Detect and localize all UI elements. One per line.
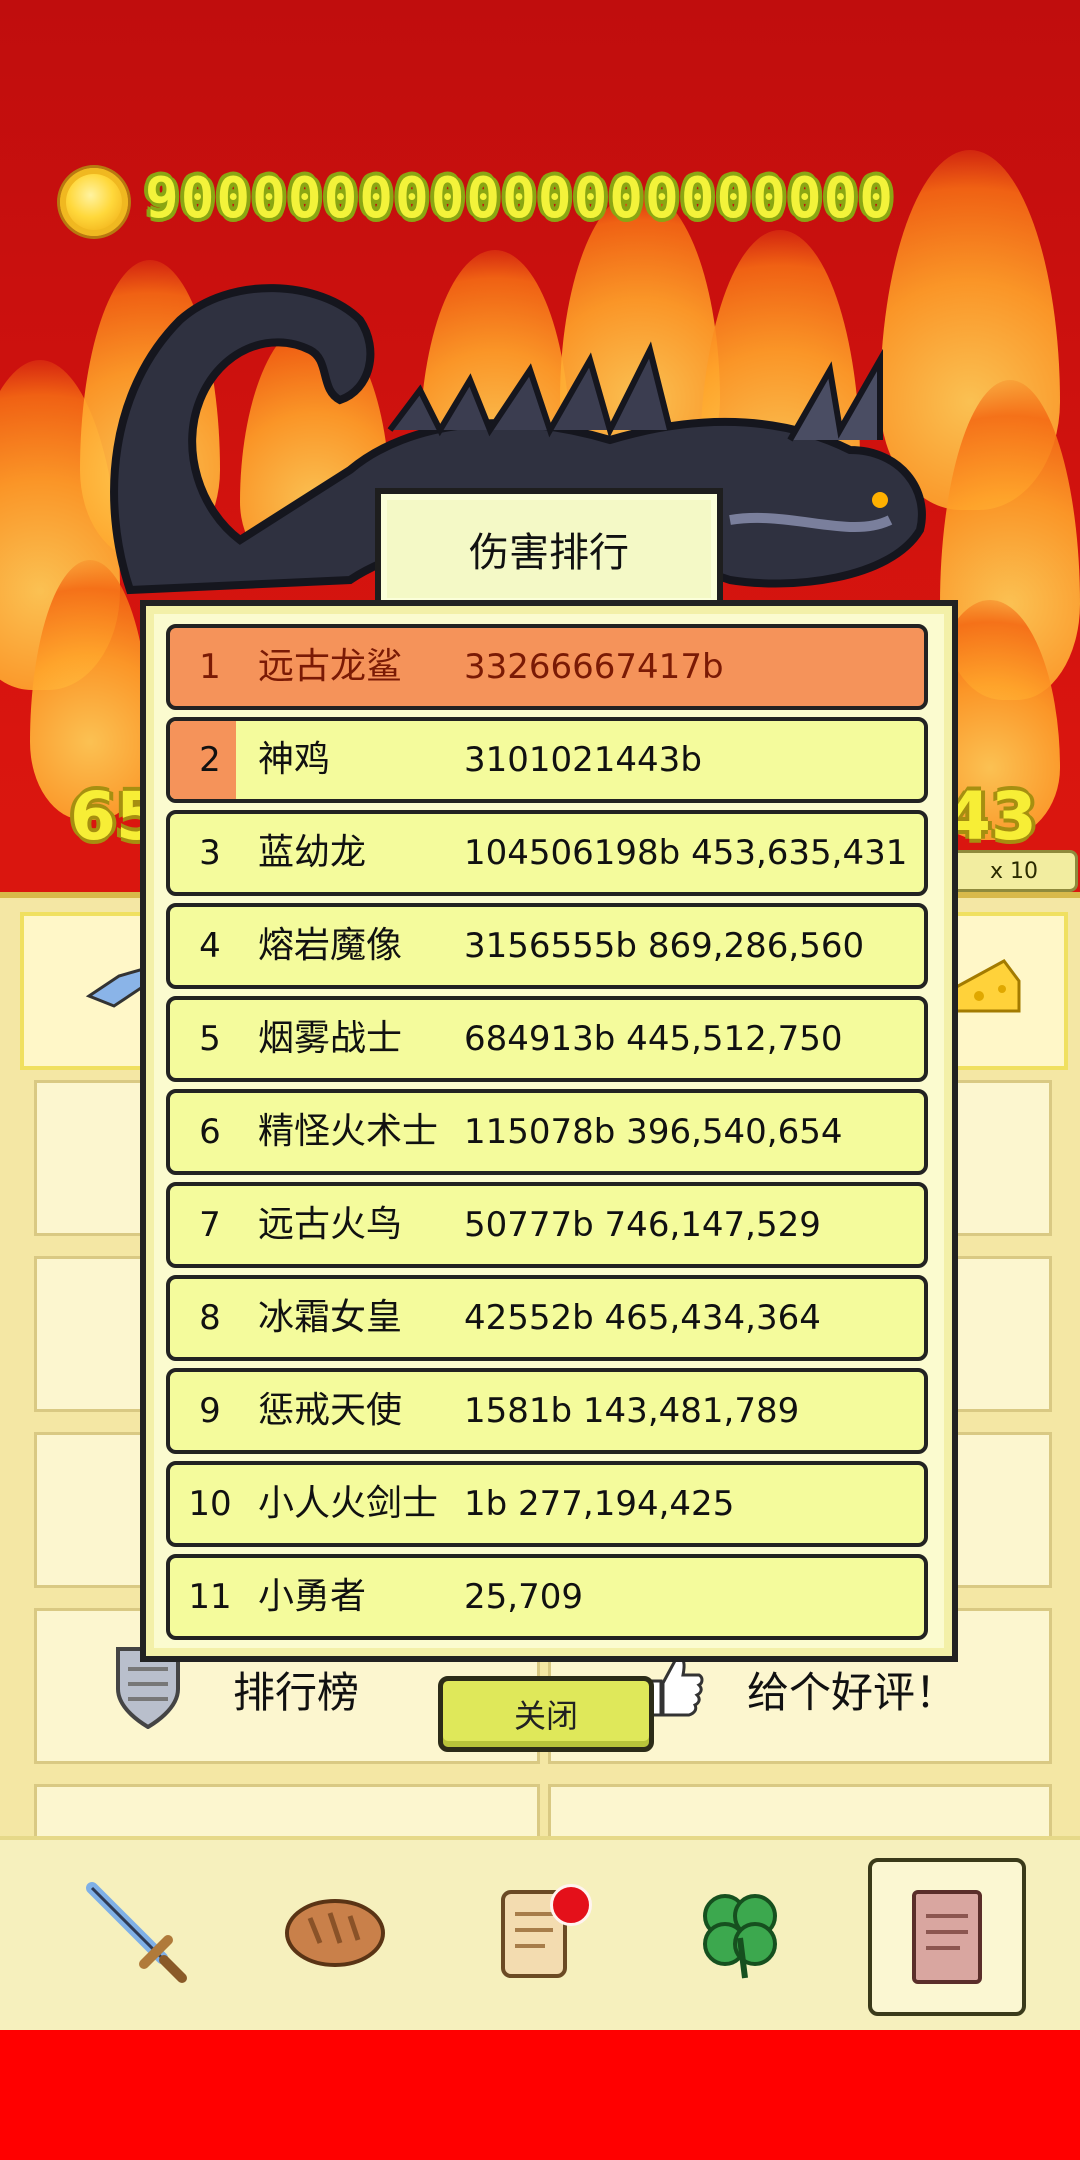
rank-number: 8: [199, 1298, 221, 1338]
leaderboard-row: 1 远古龙鲨 33266667417b: [166, 624, 928, 710]
bottom-border: [0, 2030, 1080, 2160]
tab-luck[interactable]: [665, 1858, 815, 2008]
monster-name: 远古火鸟: [258, 1204, 403, 1245]
rank-number: 1: [199, 647, 221, 687]
multiplier-badge[interactable]: x 10: [950, 850, 1078, 892]
damage-score: 115078b 396,540,654: [464, 1112, 843, 1152]
damage-score: 42552b 465,434,364: [464, 1298, 821, 1338]
leaderboard-row: 7 远古火鸟 50777b 746,147,529: [166, 1182, 928, 1268]
bread-icon: [285, 1899, 385, 1967]
damage-score: 25,709: [464, 1577, 583, 1617]
damage-score: 3101021443b: [464, 740, 702, 780]
right-damage-number: 43: [945, 778, 1037, 855]
modal-title: 伤害排行: [375, 488, 723, 610]
monster-name: 蓝幼龙: [258, 832, 367, 873]
leaderboard-row: 5 烟雾战士 684913b 445,512,750: [166, 996, 928, 1082]
clover-icon: [703, 1894, 777, 1979]
rank-number: 3: [199, 833, 221, 873]
monster-name: 小勇者: [258, 1576, 367, 1617]
rank-number: 7: [199, 1205, 221, 1245]
damage-score: 33266667417b: [464, 647, 724, 687]
monster-name: 远古龙鲨: [258, 646, 403, 687]
monster-name: 熔岩魔像: [258, 925, 403, 966]
tab-quests[interactable]: [460, 1858, 610, 2008]
damage-score: 50777b 746,147,529: [464, 1205, 821, 1245]
tab-battle[interactable]: [62, 1858, 212, 2008]
rank-number: 2: [199, 740, 221, 780]
monster-name: 精怪火术士: [258, 1111, 439, 1152]
coin-counter: 900000000000000000000: [145, 166, 896, 231]
book-icon: [912, 1890, 982, 1984]
monster-name: 神鸡: [258, 739, 331, 780]
rank-number: 5: [199, 1019, 221, 1059]
monster-name: 冰霜女皇: [258, 1297, 403, 1338]
leaderboard-row: 8 冰霜女皇 42552b 465,434,364: [166, 1275, 928, 1361]
leaderboard-row: 9 惩戒天使 1581b 143,481,789: [166, 1368, 928, 1454]
sword-icon: [86, 1882, 187, 1983]
rate-app-label: 给个好评！: [747, 1668, 958, 1717]
leaderboard-label: 排行榜: [233, 1668, 360, 1717]
gold-coin-icon: [60, 168, 128, 236]
notification-badge: [550, 1884, 592, 1926]
leaderboard-row: 10 小人火剑士 1b 277,194,425: [166, 1461, 928, 1547]
monster-name: 烟雾战士: [258, 1018, 403, 1059]
rank-number: 9: [199, 1391, 221, 1431]
damage-score: 104506198b 453,635,431: [464, 833, 908, 873]
damage-score: 3156555b 869,286,560: [464, 926, 865, 966]
rank-number: 10: [188, 1484, 232, 1524]
damage-score: 1b 277,194,425: [464, 1484, 735, 1524]
tab-food[interactable]: [260, 1858, 410, 2008]
rank-number: 4: [199, 926, 221, 966]
leaderboard-row: 11 小勇者 25,709: [166, 1554, 928, 1640]
leaderboard-row: 6 精怪火术士 115078b 396,540,654: [166, 1089, 928, 1175]
leaderboard-row: 3 蓝幼龙 104506198b 453,635,431: [166, 810, 928, 896]
leaderboard-row: 4 熔岩魔像 3156555b 869,286,560: [166, 903, 928, 989]
damage-score: 684913b 445,512,750: [464, 1019, 843, 1059]
damage-score: 1581b 143,481,789: [464, 1391, 800, 1431]
rank-number: 11: [188, 1577, 232, 1617]
close-button[interactable]: 关闭: [438, 1676, 654, 1752]
damage-leaderboard-modal: 1 远古龙鲨 33266667417b 2 神鸡 3101021443b 3 蓝幼龙 10450…: [140, 600, 958, 1662]
leaderboard-row: 2 神鸡 3101021443b: [166, 717, 928, 803]
monster-name: 惩戒天使: [258, 1390, 403, 1431]
bottom-tab-bar: [0, 1836, 1080, 2036]
tab-records[interactable]: [868, 1858, 1026, 2016]
monster-name: 小人火剑士: [258, 1483, 439, 1524]
rank-number: 6: [199, 1112, 221, 1152]
